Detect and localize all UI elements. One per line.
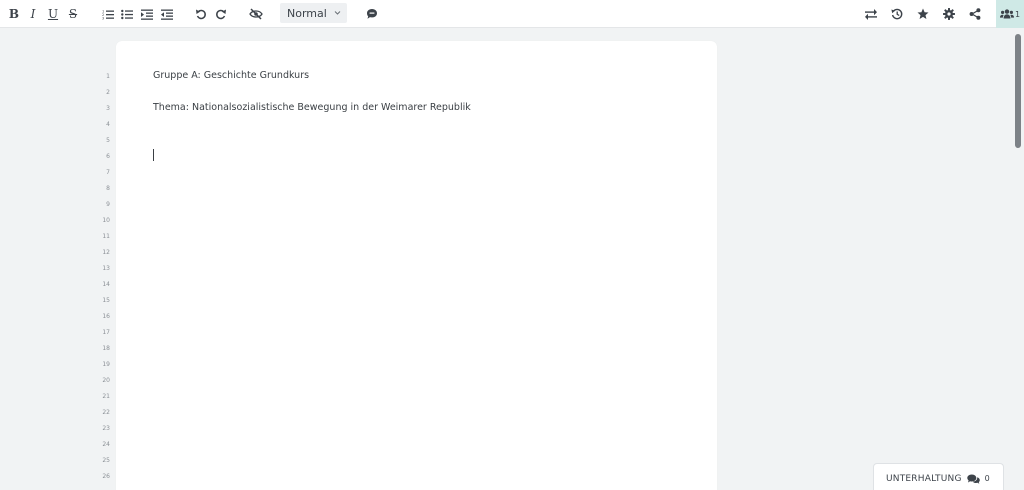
text-caret bbox=[153, 149, 154, 161]
paragraph-style-value: Normal bbox=[287, 6, 327, 20]
line-numbers: 1 2 3 4 5 6 7 8 9 10 11 12 13 14 15 16 17 18 19 20 21 22 23 24 2… bbox=[90, 69, 110, 485]
italic-icon: I bbox=[30, 7, 36, 21]
underline-icon: U bbox=[47, 7, 59, 21]
outdent-icon bbox=[161, 9, 173, 20]
line-number: 21 bbox=[102, 393, 110, 400]
line-number: 17 bbox=[102, 329, 110, 336]
line-number: 10 bbox=[102, 217, 110, 224]
line-number: 16 bbox=[102, 313, 110, 320]
line-number: 8 bbox=[106, 185, 110, 192]
undo-icon bbox=[196, 9, 206, 20]
ordered-list-button[interactable]: 1 2 3 bbox=[99, 4, 117, 24]
document-line-3[interactable]: Thema: Nationalsozialistische Bewegung i… bbox=[153, 102, 471, 113]
settings-button[interactable] bbox=[940, 4, 958, 24]
redo-button[interactable] bbox=[212, 4, 230, 24]
line-number: 12 bbox=[102, 249, 110, 256]
share-button[interactable] bbox=[966, 4, 984, 24]
chevron-down-icon bbox=[334, 11, 341, 15]
line-number: 23 bbox=[102, 425, 110, 432]
line-number: 22 bbox=[102, 409, 110, 416]
line-number: 9 bbox=[106, 201, 110, 208]
bold-button[interactable]: B bbox=[5, 4, 23, 24]
line-number: 18 bbox=[102, 345, 110, 352]
line-number: 24 bbox=[102, 441, 110, 448]
redo-icon bbox=[216, 9, 226, 20]
line-number: 15 bbox=[102, 297, 110, 304]
bullet-list-button[interactable] bbox=[118, 4, 136, 24]
line-number: 19 bbox=[102, 361, 110, 368]
conversation-count: 0 bbox=[984, 474, 990, 483]
history-icon bbox=[891, 8, 903, 20]
italic-button[interactable]: I bbox=[24, 4, 42, 24]
indent-icon bbox=[141, 9, 153, 20]
hide-eye-icon bbox=[249, 8, 263, 20]
paragraph-style-select[interactable]: Normal bbox=[280, 3, 347, 23]
line-number: 20 bbox=[102, 377, 110, 384]
line-number: 13 bbox=[102, 265, 110, 272]
scrollbar-thumb[interactable] bbox=[1015, 34, 1021, 148]
line-number: 26 bbox=[102, 473, 110, 480]
strikethrough-button[interactable]: S bbox=[64, 4, 82, 24]
line-number: 5 bbox=[106, 137, 110, 144]
gear-icon bbox=[943, 8, 955, 20]
line-number: 6 bbox=[106, 153, 110, 160]
line-number: 14 bbox=[102, 281, 110, 288]
line-number: 4 bbox=[106, 121, 110, 128]
users-count: 1 bbox=[1014, 9, 1021, 19]
document-line-1[interactable]: Gruppe A: Geschichte Grundkurs bbox=[153, 70, 309, 81]
line-number: 25 bbox=[102, 457, 110, 464]
conversation-tab[interactable]: UNTERHALTUNG 0 bbox=[873, 463, 1004, 490]
star-icon bbox=[917, 8, 929, 19]
favorite-button[interactable] bbox=[914, 4, 932, 24]
strikethrough-icon: S bbox=[68, 7, 78, 21]
ordered-list-icon: 1 2 3 bbox=[102, 9, 114, 20]
swap-button[interactable] bbox=[862, 4, 880, 24]
toolbar: B I U S 1 2 3 Normal 1 bbox=[0, 0, 1024, 28]
comment-button[interactable] bbox=[363, 4, 381, 24]
outdent-button[interactable] bbox=[158, 4, 176, 24]
comment-icon bbox=[367, 9, 377, 19]
scrollbar[interactable] bbox=[1013, 28, 1024, 490]
bullet-list-icon bbox=[121, 9, 133, 19]
comments-icon bbox=[966, 474, 980, 484]
bold-icon: B bbox=[8, 7, 20, 21]
swap-icon bbox=[865, 8, 877, 20]
line-number: 11 bbox=[102, 233, 110, 240]
line-number: 2 bbox=[106, 89, 110, 96]
users-icon bbox=[999, 9, 1014, 19]
svg-text:3: 3 bbox=[102, 16, 104, 20]
line-number: 1 bbox=[106, 73, 110, 80]
hide-toggle-button[interactable] bbox=[247, 4, 265, 24]
conversation-label: UNTERHALTUNG bbox=[886, 473, 962, 484]
share-icon bbox=[969, 8, 981, 20]
users-button[interactable]: 1 bbox=[996, 0, 1024, 28]
line-number: 7 bbox=[106, 169, 110, 176]
line-number: 3 bbox=[106, 105, 110, 112]
undo-button[interactable] bbox=[192, 4, 210, 24]
history-button[interactable] bbox=[888, 4, 906, 24]
indent-button[interactable] bbox=[138, 4, 156, 24]
underline-button[interactable]: U bbox=[44, 4, 62, 24]
